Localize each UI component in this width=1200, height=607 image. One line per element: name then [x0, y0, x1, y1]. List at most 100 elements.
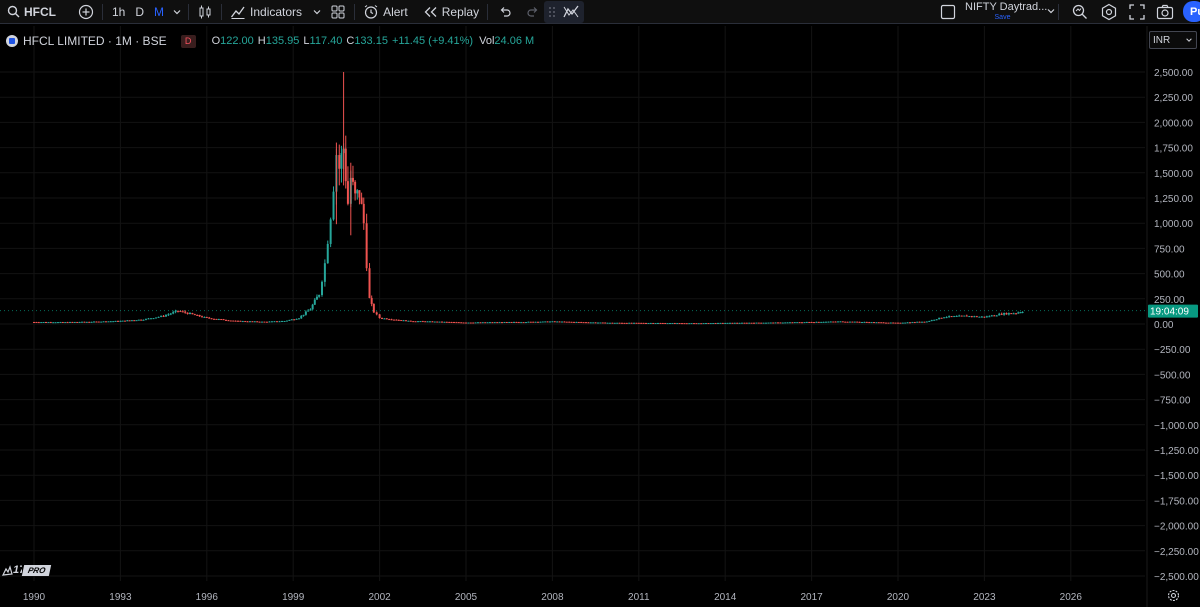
templates-icon[interactable]	[330, 4, 346, 20]
y-tick-label: −1,500.00	[1154, 471, 1199, 482]
candle-body	[1017, 312, 1020, 314]
candle-body	[618, 322, 621, 324]
compare-lines-icon[interactable]	[562, 3, 580, 21]
delayed-badge[interactable]: D	[180, 34, 196, 48]
candles-icon[interactable]	[197, 4, 213, 20]
interval-m[interactable]: M	[154, 0, 164, 24]
candle-body	[179, 311, 182, 313]
candle-body	[346, 181, 349, 204]
candle-body	[953, 316, 956, 318]
candle-body	[990, 315, 993, 317]
gear-icon[interactable]	[1167, 589, 1180, 602]
divider	[188, 3, 190, 20]
candle-body	[537, 321, 539, 323]
close-value: 133.15	[354, 35, 388, 47]
candle-body	[351, 177, 354, 182]
candle-body	[429, 321, 431, 323]
candle-body	[681, 323, 683, 325]
symbol-label: HFCL	[24, 4, 56, 19]
volume-value: 24.06 M	[494, 35, 535, 47]
candle-body	[290, 319, 293, 321]
candle-body	[157, 316, 160, 318]
candle-body	[263, 321, 266, 323]
floating-tool-group[interactable]	[544, 0, 585, 23]
candle-body	[839, 321, 842, 323]
replay-button[interactable]: Replay	[424, 0, 479, 24]
publish-button[interactable]: Pu	[1183, 1, 1200, 22]
candle-body	[472, 322, 475, 324]
candle-body	[673, 323, 676, 325]
candle-body	[232, 320, 235, 322]
candle-body	[707, 323, 710, 325]
candle-body	[49, 322, 52, 324]
alert-button[interactable]: Alert	[363, 0, 408, 24]
candle-body	[817, 321, 820, 323]
candle-body	[45, 322, 47, 324]
candle-body	[805, 321, 808, 323]
candle-body	[491, 322, 494, 324]
open-value: 122.00	[220, 35, 254, 47]
fullscreen-icon[interactable]	[1128, 3, 1146, 21]
candle-body	[625, 322, 628, 324]
candle-body	[913, 322, 916, 324]
currency-selector[interactable]: INR	[1149, 31, 1197, 49]
candle-body	[647, 322, 650, 324]
candle-body	[409, 320, 412, 322]
replay-icon	[424, 6, 438, 18]
candle-body	[513, 321, 515, 323]
candle-body	[955, 315, 958, 317]
camera-icon[interactable]	[1156, 3, 1174, 21]
top-toolbar: HFCL 1h D M Indicators Alert Replay NIFT…	[0, 0, 1200, 24]
price-chart[interactable]: 2,500.00 2,250.00 2,000.00 1,750.00 1,500.00…	[0, 26, 1200, 607]
candle-body	[443, 321, 446, 323]
candle-body	[546, 321, 549, 323]
candle-body	[630, 322, 633, 324]
chevron-down-icon[interactable]	[312, 7, 322, 17]
candle-body	[332, 191, 335, 220]
candle-body	[570, 321, 573, 323]
candle-body	[837, 321, 839, 323]
interval-d[interactable]: D	[135, 0, 144, 24]
candle-body	[877, 322, 880, 324]
candle-body	[721, 322, 724, 324]
redo-icon[interactable]	[526, 5, 540, 19]
indicators-label: Indicators	[250, 4, 303, 19]
symbol-search[interactable]: HFCL	[0, 0, 70, 24]
tradingview-logo[interactable]: 17 PRO	[2, 563, 52, 577]
candle-body	[983, 316, 986, 318]
settings-icon[interactable]	[1100, 3, 1118, 21]
chevron-down-icon[interactable]	[1046, 6, 1056, 16]
y-tick-label: −750.00	[1154, 396, 1191, 407]
indicators-button[interactable]: Indicators	[230, 0, 302, 24]
candle-body	[388, 319, 391, 321]
candle-body	[121, 320, 124, 322]
chart-pane[interactable]: 2,500.00 2,250.00 2,000.00 1,750.00 1,500.00…	[0, 26, 1200, 607]
x-tick-label: 2005	[455, 592, 478, 603]
candle-body	[191, 313, 194, 315]
candle-body	[326, 243, 329, 264]
close-label: C	[346, 35, 355, 47]
layout-square-icon[interactable]	[940, 4, 956, 20]
alert-label: Alert	[383, 4, 408, 19]
drag-handle-icon[interactable]	[548, 6, 556, 18]
legend-title[interactable]: HFCL LIMITED · 1M · BSE	[23, 34, 167, 48]
candle-body	[930, 320, 933, 322]
interval-1h[interactable]: 1h	[112, 0, 125, 24]
candle-body	[318, 294, 321, 297]
x-tick-label: 2020	[887, 592, 910, 603]
undo-icon[interactable]	[498, 5, 512, 19]
candle-body	[813, 322, 815, 324]
magnifier-icon[interactable]	[1071, 3, 1089, 21]
candle-body	[73, 321, 76, 323]
candle-body	[169, 313, 172, 315]
candle-body	[213, 318, 215, 320]
candle-body	[203, 316, 206, 318]
candle-body	[709, 323, 712, 325]
candle-body	[167, 314, 170, 316]
layout-name-button[interactable]: NIFTY Daytrad... Save	[965, 1, 1047, 23]
candle-body	[493, 322, 496, 324]
plus-circle-icon[interactable]	[78, 4, 94, 20]
candle-body	[786, 322, 789, 324]
chevron-down-icon[interactable]	[172, 7, 182, 17]
candle-body	[90, 321, 93, 323]
